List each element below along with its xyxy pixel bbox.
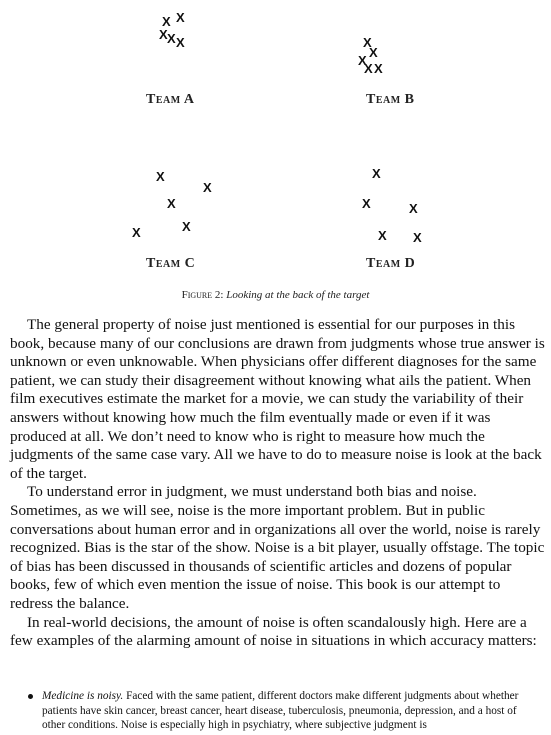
shot-mark: X: [132, 225, 141, 240]
shot-mark: X: [378, 228, 387, 243]
shot-mark: X: [374, 61, 383, 76]
shot-mark: X: [176, 35, 185, 50]
paragraph: In real-world decisions, the amount of n…: [10, 613, 537, 650]
shot-mark: X: [156, 169, 165, 184]
figure-number: Figure 2:: [181, 289, 224, 301]
bullet-icon: [28, 694, 33, 699]
shot-mark: X: [409, 201, 418, 216]
list-item: Medicine is noisy. Faced with the same p…: [28, 689, 538, 733]
example-list: Medicine is noisy. Faced with the same p…: [28, 689, 538, 733]
paragraph: The general property of noise just menti…: [10, 316, 545, 482]
shot-mark: X: [369, 45, 378, 60]
shot-mark: X: [176, 10, 185, 25]
shot-mark: X: [362, 196, 371, 211]
shot-mark: X: [364, 61, 373, 76]
shot-mark: X: [413, 230, 422, 245]
shot-mark: X: [167, 31, 176, 46]
team-b-label: Team B: [366, 92, 415, 107]
shot-mark: X: [203, 180, 212, 195]
body-text: The general property of noise just menti…: [10, 316, 545, 651]
shot-mark: X: [167, 196, 176, 211]
shot-mark: X: [372, 166, 381, 181]
figure-caption: Figure 2: Looking at the back of the tar…: [0, 289, 551, 301]
figure-title: Looking at the back of the target: [226, 289, 370, 301]
team-a-label: Team A: [146, 92, 195, 107]
paragraph: To understand error in judgment, we must…: [10, 483, 545, 612]
team-c-label: Team C: [146, 256, 196, 271]
shot-mark: X: [182, 219, 191, 234]
team-d-label: Team D: [366, 256, 416, 271]
bullet-lead: Medicine is noisy.: [42, 690, 124, 702]
target-figure: Team A Team B Team C Team D XXXXXXXXXXXX…: [0, 0, 551, 272]
